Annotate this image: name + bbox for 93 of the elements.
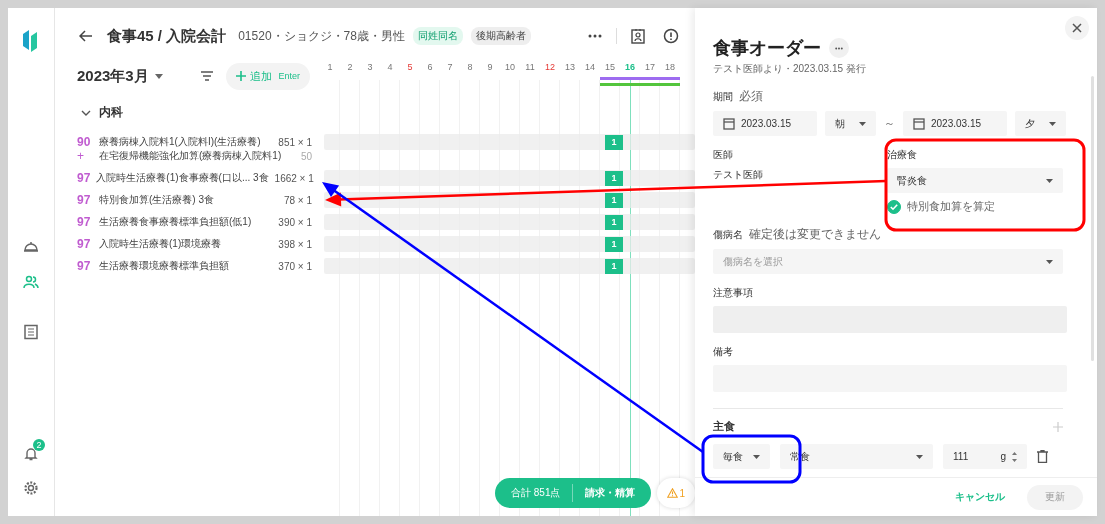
day-number: 7 bbox=[446, 62, 454, 72]
more-icon[interactable] bbox=[588, 34, 602, 38]
calendar-icon bbox=[913, 117, 925, 130]
close-button[interactable] bbox=[1065, 16, 1089, 40]
day-number: 3 bbox=[366, 62, 374, 72]
chevron-icon[interactable] bbox=[81, 109, 91, 116]
field-label: 傷病名 bbox=[713, 228, 743, 242]
patient-tag: 同姓同名 bbox=[412, 27, 463, 45]
day-number: 10 bbox=[504, 62, 516, 72]
day-number: 11 bbox=[524, 62, 536, 72]
field-label: 備考 bbox=[713, 345, 733, 359]
id-card-icon[interactable] bbox=[631, 28, 645, 44]
field-hint: 確定後は変更できません bbox=[749, 226, 881, 243]
order-amount: 370 × 1 bbox=[278, 260, 312, 272]
filter-icon[interactable] bbox=[200, 71, 215, 81]
order-name[interactable]: 生活療養環境療養標準負担額 bbox=[99, 259, 273, 273]
order-name[interactable]: 在宅復帰機能強化加算(療養病棟入院料1) bbox=[99, 149, 295, 163]
meal-select[interactable]: 朝 bbox=[825, 111, 876, 136]
order-code: 97 bbox=[77, 237, 92, 251]
field-label: 医師 bbox=[713, 148, 734, 162]
day-number: 4 bbox=[386, 62, 394, 72]
patient-tag: 後期高齢者 bbox=[470, 27, 531, 45]
spinner-icon bbox=[1012, 451, 1017, 462]
order-name[interactable]: 生活療養食事療養標準負担額(低1) bbox=[99, 215, 273, 229]
field-hint: 必須 bbox=[739, 88, 763, 105]
section-title: 主食 bbox=[713, 419, 735, 434]
month-selector[interactable]: 2023年3月 bbox=[77, 66, 149, 86]
order-amount: 390 × 1 bbox=[278, 216, 312, 228]
day-number: 14 bbox=[584, 62, 596, 72]
logo-icon bbox=[23, 28, 39, 52]
day-number: 2 bbox=[346, 62, 354, 72]
caret-icon bbox=[916, 454, 923, 459]
caret-icon bbox=[1046, 178, 1053, 183]
day-number: 17 bbox=[644, 62, 656, 72]
day-number: 12 bbox=[544, 62, 556, 72]
field-label: 注意事項 bbox=[713, 286, 753, 300]
order-code: 97 bbox=[77, 193, 92, 207]
order-code: 97 bbox=[77, 215, 92, 229]
range-separator: ～ bbox=[884, 116, 895, 131]
day-number: 16 bbox=[624, 62, 636, 72]
patient-info: 01520・ショクジ・78歳・男性 bbox=[238, 27, 405, 45]
day-number: 1 bbox=[326, 62, 334, 72]
document-icon[interactable] bbox=[23, 324, 39, 340]
caret-icon bbox=[859, 121, 866, 126]
frequency-select[interactable]: 毎食 bbox=[713, 444, 770, 469]
caret-icon bbox=[1046, 259, 1053, 264]
day-number: 13 bbox=[564, 62, 576, 72]
day-number: 9 bbox=[486, 62, 494, 72]
doctor-name: テスト医師 bbox=[713, 168, 764, 182]
date-field[interactable]: 2023.03.15 bbox=[903, 111, 1007, 136]
order-amount: 398 × 1 bbox=[278, 238, 312, 250]
notification-badge: 2 bbox=[33, 439, 45, 451]
bell-icon[interactable] bbox=[23, 446, 39, 462]
caret-icon bbox=[1049, 121, 1056, 126]
order-amount: 851 × 1 bbox=[278, 136, 312, 148]
checkbox-label: 特別食加算を算定 bbox=[907, 199, 995, 214]
caret-icon bbox=[753, 454, 760, 459]
warning-icon bbox=[667, 488, 679, 498]
close-icon bbox=[1072, 23, 1082, 33]
panel-title: 食事オーダー bbox=[713, 37, 821, 60]
order-code: 97 bbox=[77, 259, 92, 273]
order-name[interactable]: 入院時生活療養(1)食事療養(口以... 3食 bbox=[96, 171, 269, 185]
order-code: 90 bbox=[77, 135, 92, 149]
day-number: 6 bbox=[426, 62, 434, 72]
trash-icon[interactable] bbox=[1037, 450, 1048, 463]
date-field[interactable]: 2023.03.15 bbox=[713, 111, 817, 136]
amount-field[interactable]: 111 g bbox=[943, 444, 1027, 469]
field-label: 期間 bbox=[713, 90, 733, 104]
settings-icon[interactable] bbox=[23, 480, 39, 496]
order-amount: 50 bbox=[300, 150, 312, 162]
group-label[interactable]: 内科 bbox=[99, 104, 123, 121]
caret-icon[interactable] bbox=[154, 73, 163, 79]
plus-icon bbox=[236, 71, 247, 81]
day-number: 18 bbox=[664, 62, 676, 72]
total-points: 合計 851点 bbox=[511, 486, 561, 500]
order-code: 97 bbox=[77, 171, 91, 185]
diet-select[interactable]: 腎炎食 bbox=[887, 168, 1063, 193]
calendar-icon bbox=[723, 117, 735, 130]
order-code: + bbox=[77, 149, 85, 163]
panel-subtitle: テスト医師より・2023.03.15 発行 bbox=[713, 62, 867, 76]
more-icon bbox=[835, 46, 843, 50]
day-number: 5 bbox=[406, 62, 414, 72]
order-amount: 1662 × 1 bbox=[274, 172, 314, 184]
order-name[interactable]: 特別食加算(生活療養) 3食 bbox=[99, 193, 278, 207]
order-name[interactable]: 療養病棟入院料1(入院料I)(生活療養) bbox=[99, 135, 273, 149]
order-name[interactable]: 入院時生活療養(1)環境療養 bbox=[99, 237, 273, 251]
day-number: 15 bbox=[604, 62, 616, 72]
page-title: 食事45 / 入院会計 bbox=[107, 26, 227, 46]
order-amount: 78 × 1 bbox=[283, 194, 312, 206]
meal-select[interactable]: 夕 bbox=[1015, 111, 1066, 136]
info-icon[interactable] bbox=[663, 28, 679, 44]
back-arrow-icon[interactable] bbox=[79, 30, 93, 42]
day-number: 8 bbox=[466, 62, 474, 72]
